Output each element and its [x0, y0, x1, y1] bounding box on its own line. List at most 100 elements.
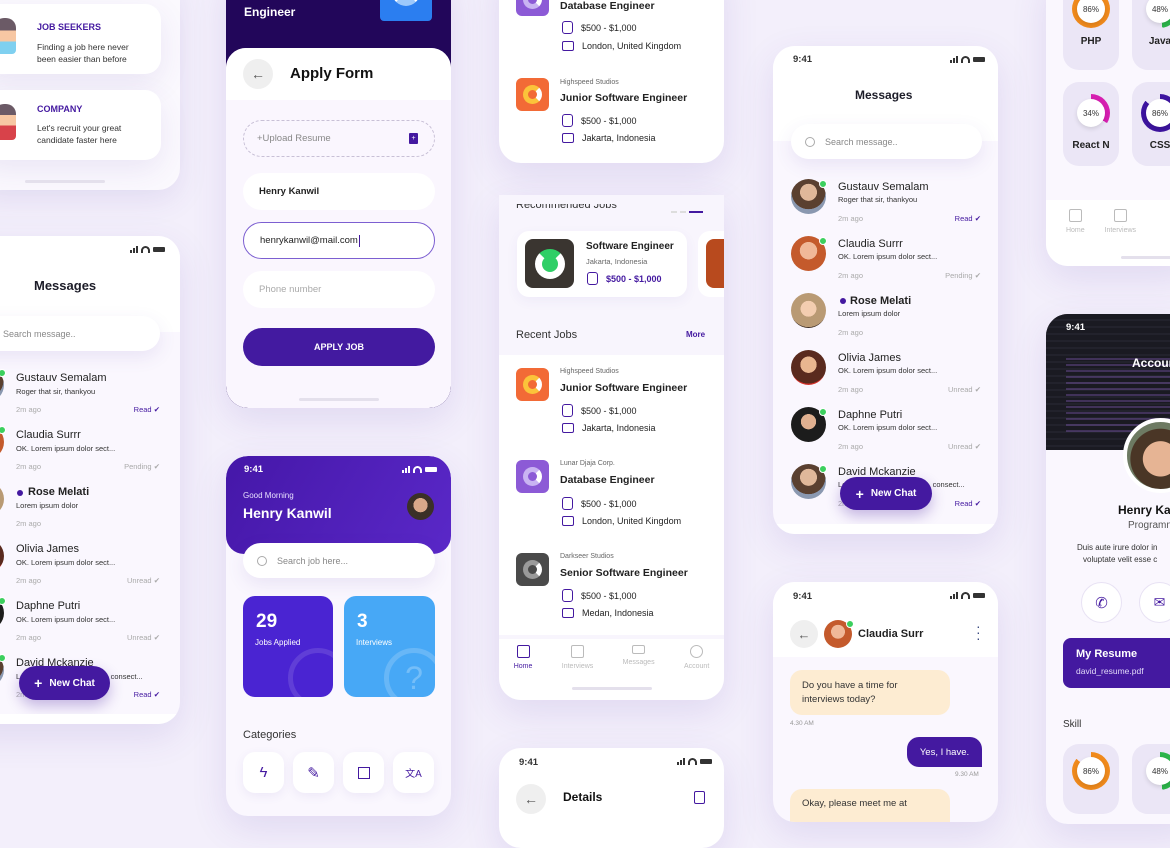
read-status: Read ✔ — [954, 499, 981, 508]
category-vector[interactable] — [343, 752, 384, 793]
list-item[interactable]: Gustauv Semalam Roger that sir, thankyou… — [0, 368, 180, 425]
check-icon: ✔ — [974, 214, 981, 223]
search-message-input[interactable]: Search message.. — [791, 124, 982, 159]
contact-name: Olivia James — [838, 352, 901, 364]
nav-home[interactable]: Home — [1066, 209, 1085, 234]
job-title-header: Engineer — [244, 5, 296, 19]
category-design[interactable]: ✎ — [293, 752, 334, 793]
read-status: Read ✔ — [954, 214, 981, 223]
bookmark-icon[interactable] — [694, 791, 705, 804]
profile-avatar[interactable] — [407, 493, 434, 520]
search-message-input[interactable]: Search message.. — [0, 316, 160, 351]
apply-form-body: ← Apply Form +Upload Resume + Henry Kanw… — [226, 48, 451, 408]
list-item[interactable]: Rose Melati Lorem ipsum dolor 2m ago — [773, 293, 998, 350]
stat-card-jobs-applied[interactable]: 29 Jobs Applied — [243, 596, 333, 697]
salary: $500 - $1,000 — [562, 21, 637, 34]
check-circle-icon — [288, 648, 333, 697]
home-icon — [516, 645, 530, 658]
bottom-nav: Home Interviews Messages Account — [499, 645, 724, 670]
salary: $500 - $1,000 — [562, 497, 637, 510]
list-item[interactable]: Daphne Putri OK. Lorem ipsum dolor sect.… — [773, 407, 998, 464]
salary: $500 - $1,000 — [562, 114, 637, 127]
back-button[interactable]: ← — [790, 620, 818, 648]
online-indicator — [819, 465, 827, 473]
lightning-icon: ϟ — [259, 764, 268, 781]
list-item[interactable]: Gustauv Semalam Roger that sir, thankyou… — [773, 179, 998, 236]
call-button[interactable]: ✆ — [1081, 582, 1122, 623]
profile-bio: voluptate velit esse c — [1083, 555, 1158, 564]
job-title[interactable]: Database Engineer — [560, 474, 655, 486]
coins-icon — [587, 272, 598, 285]
stat-value: 3 — [357, 611, 368, 632]
new-chat-button[interactable]: + New Chat — [840, 477, 932, 510]
nav-messages[interactable]: Messages — [623, 645, 655, 670]
back-button[interactable]: ← — [243, 59, 273, 89]
nav-home[interactable]: Home — [514, 645, 532, 670]
nav-interviews[interactable]: Interviews — [1105, 209, 1136, 234]
skill-donut: 86% — [1072, 0, 1110, 28]
vector-icon — [357, 766, 370, 779]
unread-dot — [840, 298, 846, 304]
onboarding-panel: JOB SEEKERS Finding a job here never bee… — [0, 0, 180, 190]
search-icon — [257, 555, 267, 566]
email-input[interactable]: henrykanwil@mail.com — [243, 222, 435, 259]
list-item[interactable]: Rose Melati Lorem ipsum dolor 2m ago — [0, 482, 180, 539]
location: Jakarta, Indonesia — [562, 423, 656, 433]
job-title[interactable]: Database Engineer — [560, 0, 655, 12]
company-logo — [380, 0, 432, 21]
phone-input[interactable]: Phone number — [243, 271, 435, 308]
account-screen: 9:41 Account Henry Kanwil Programmer Dui… — [1046, 314, 1170, 824]
option-company[interactable]: COMPANY Let's recruit your great candida… — [0, 90, 161, 160]
message-time: 2m ago — [16, 462, 42, 471]
list-item[interactable]: Claudia Surrr OK. Lorem ipsum dolor sect… — [773, 236, 998, 293]
list-item[interactable]: Daphne Putri OK. Lorem ipsum dolor sect.… — [0, 596, 180, 653]
check-icon: ✔ — [153, 576, 160, 585]
new-chat-button[interactable]: + New Chat — [19, 666, 110, 700]
job-title[interactable]: Junior Software Engineer — [560, 382, 687, 394]
job-title[interactable]: Senior Software Engineer — [560, 567, 688, 579]
avatar — [791, 293, 826, 328]
nav-account[interactable]: Account — [684, 645, 709, 670]
online-indicator — [819, 180, 827, 188]
upload-resume-field[interactable]: +Upload Resume + — [243, 120, 435, 157]
account-title: Account — [1132, 356, 1170, 370]
back-button[interactable]: ← — [516, 784, 546, 814]
apply-job-button[interactable]: APPLY JOB — [243, 328, 435, 366]
avatar — [0, 539, 4, 573]
search-job-input[interactable]: Search job here... — [243, 543, 435, 578]
message-preview: OK. Lorem ipsum dolor sect... — [838, 423, 938, 432]
option-desc: Finding a job here never — [37, 42, 129, 52]
stat-card-interviews[interactable]: 3 Interviews ? — [344, 596, 435, 697]
company-illustration — [0, 104, 16, 140]
list-item[interactable]: Claudia Surrr OK. Lorem ipsum dolor sect… — [0, 425, 180, 482]
email-button[interactable]: ✉ — [1139, 582, 1170, 623]
nav-interviews[interactable]: Interviews — [562, 645, 593, 670]
online-indicator — [0, 369, 6, 377]
resume-card[interactable]: My Resume david_resume.pdf — [1063, 638, 1170, 688]
category-lightning[interactable]: ϟ — [243, 752, 284, 793]
list-item[interactable]: Olivia James OK. Lorem ipsum dolor sect.… — [773, 350, 998, 407]
pending-status: Pending ✔ — [124, 462, 160, 471]
coins-icon — [562, 497, 573, 510]
name-input[interactable]: Henry Kanwil — [243, 173, 435, 210]
option-desc: been easier than before — [37, 54, 127, 64]
bottom-nav — [0, 714, 180, 724]
list-item[interactable]: Olivia James OK. Lorem ipsum dolor sect.… — [0, 539, 180, 596]
message-preview: Roger that sir, thankyou — [16, 387, 96, 396]
message-preview: Roger that sir, thankyou — [838, 195, 918, 204]
mail-icon: ✉ — [1153, 594, 1166, 610]
more-link[interactable]: More — [686, 330, 705, 339]
option-job-seekers[interactable]: JOB SEEKERS Finding a job here never bee… — [0, 4, 161, 74]
account-icon — [690, 645, 704, 658]
skill-tile: 48% Java — [1132, 0, 1170, 70]
recommended-job-card[interactable]: Software Engineer Jakarta, Indonesia $50… — [517, 231, 687, 297]
message-time: 9.30 AM — [955, 771, 979, 778]
arrow-left-icon: ← — [251, 66, 265, 82]
file-plus-icon: + — [409, 133, 418, 144]
message-time: 2m ago — [16, 633, 42, 642]
recommended-job-card-next[interactable] — [698, 231, 724, 297]
more-options-icon[interactable]: · · · — [976, 619, 981, 645]
category-translate[interactable]: 文A — [393, 752, 434, 793]
pending-status: Pending ✔ — [945, 271, 981, 280]
job-title[interactable]: Junior Software Engineer — [560, 92, 687, 104]
